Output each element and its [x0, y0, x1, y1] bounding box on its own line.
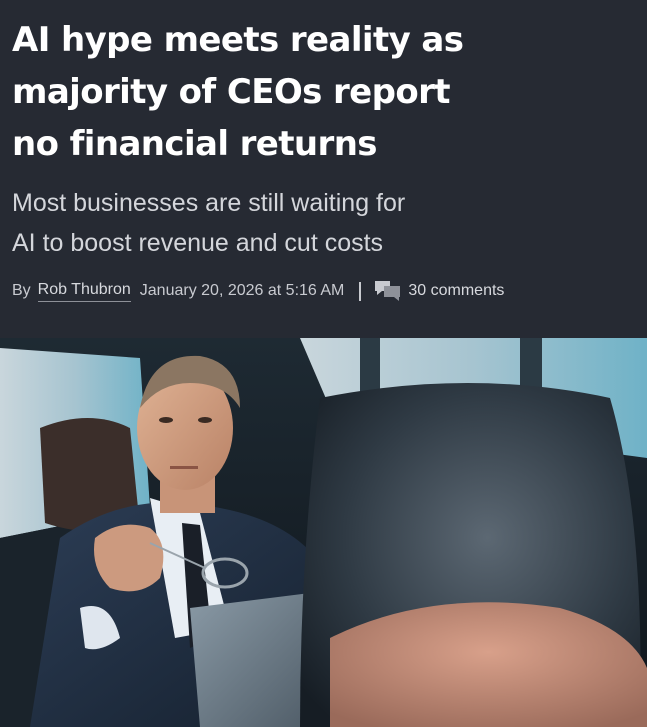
- headline: AI hype meets reality as majority of CEO…: [12, 14, 637, 170]
- article-header: AI hype meets reality as majority of CEO…: [0, 0, 647, 727]
- publish-date: January 20, 2026 at 5:16 AM: [139, 282, 345, 299]
- headline-line: AI hype meets reality as: [12, 20, 464, 60]
- headline-line: no financial returns: [12, 124, 378, 164]
- subheadline-line: Most businesses are still waiting for: [12, 189, 406, 217]
- speech-bubbles-icon: [375, 281, 401, 301]
- subheadline-line: AI to boost revenue and cut costs: [12, 229, 384, 257]
- comments-count: 30 comments: [408, 282, 505, 299]
- byline: By Rob Thubron January 20, 2026 at 5:16 …: [12, 279, 504, 303]
- headline-line: majority of CEOs report: [12, 72, 451, 112]
- by-label: By: [12, 282, 31, 299]
- comments-link[interactable]: 30 comments: [374, 280, 504, 302]
- hero-image: [0, 338, 647, 727]
- author-link[interactable]: Rob Thubron: [37, 281, 131, 302]
- byline-divider: [359, 281, 362, 301]
- businessman-in-car-photo: [0, 338, 647, 727]
- subheadline: Most businesses are still waiting for AI…: [12, 183, 637, 263]
